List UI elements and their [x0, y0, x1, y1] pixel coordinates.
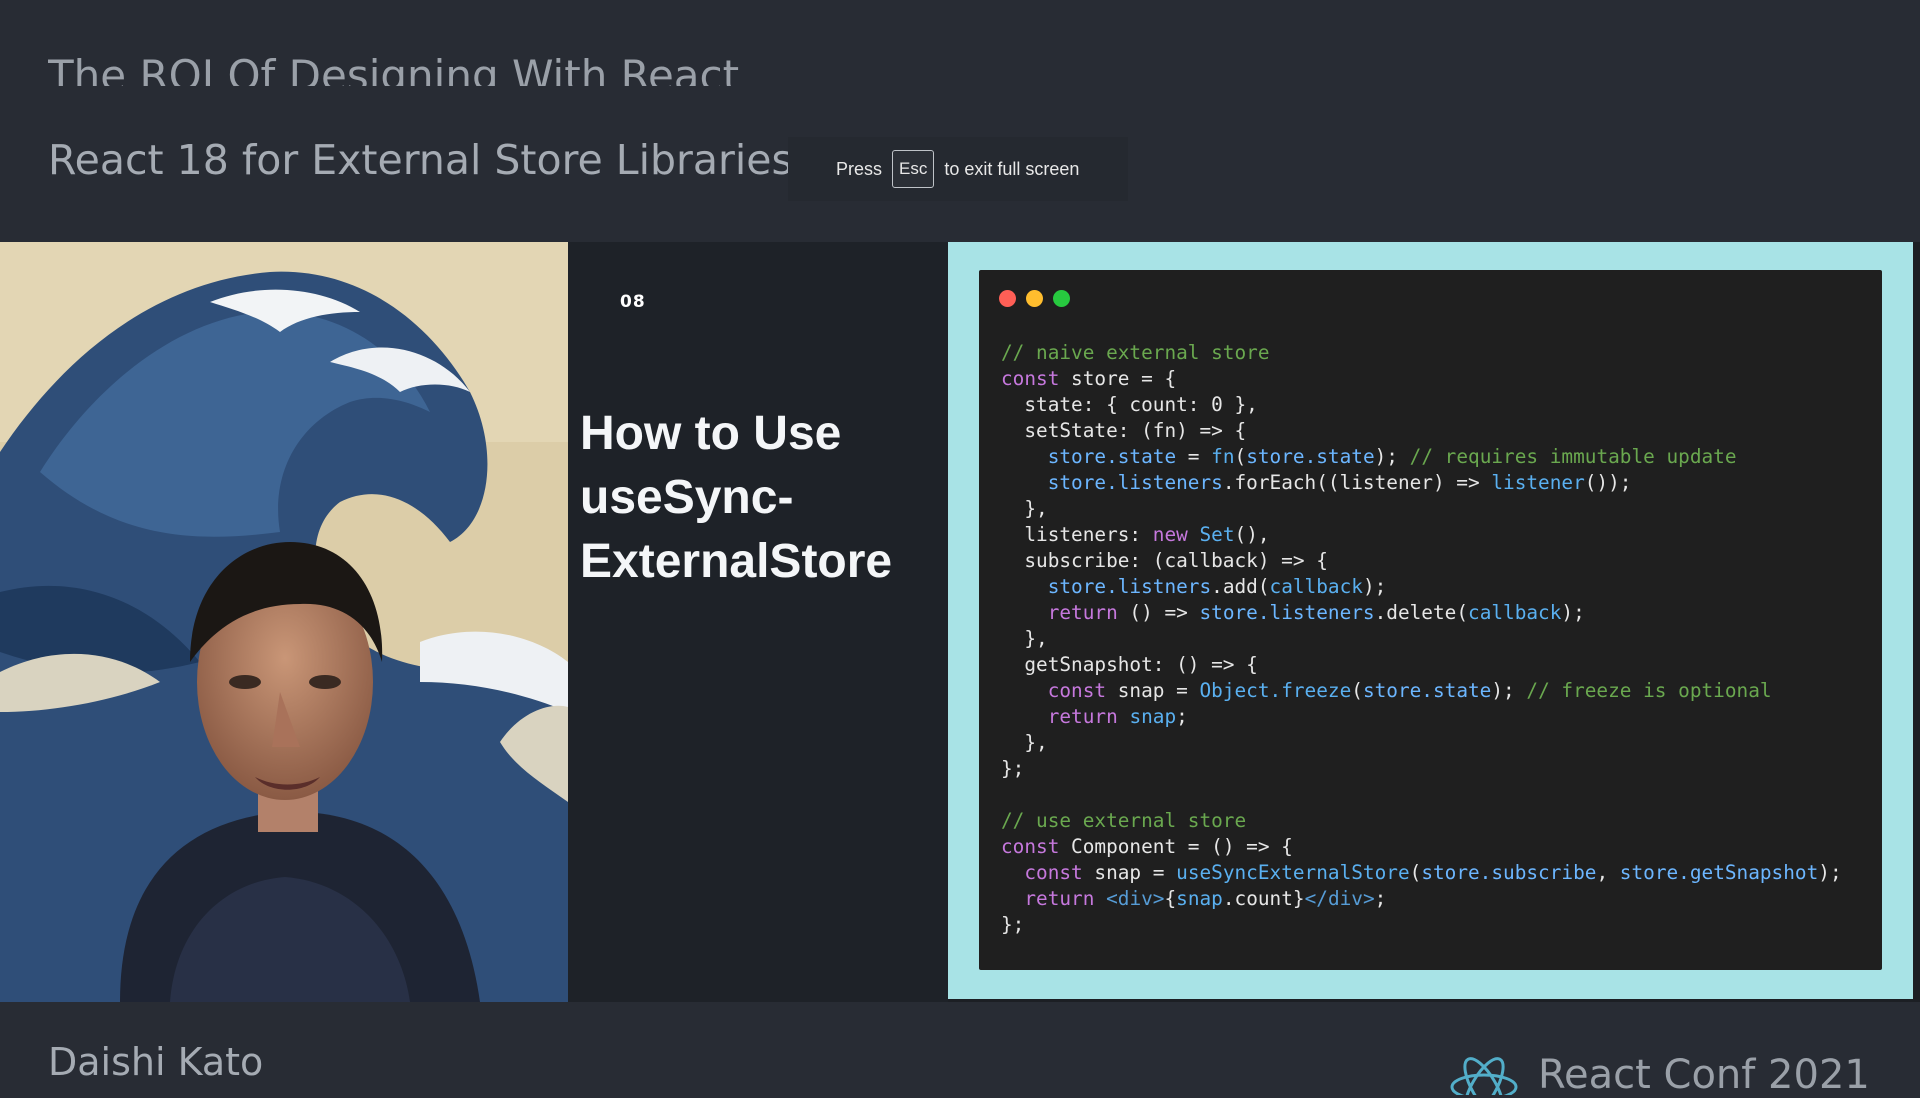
toast-press-text: Press: [836, 158, 883, 179]
conference-name: React Conf 2021: [1538, 1052, 1870, 1098]
code-line: // naive external store: [1001, 341, 1270, 364]
code-line: // use external store: [1001, 809, 1247, 832]
talk-title: The ROI Of Designing With React: [48, 51, 740, 86]
session-title: React 18 for External Store Libraries: [48, 136, 793, 184]
code-block: // naive external store const store = { s…: [1001, 340, 1842, 938]
code-line: return snap;: [1047, 705, 1188, 728]
code-line: getSnapshot: () => {: [1001, 653, 1258, 676]
speaker-name: Daishi Kato: [48, 1040, 264, 1084]
slide-title-panel: 08 How to Use useSync- ExternalStore: [568, 242, 948, 1002]
code-line: store.state = fn(store.state); // requir…: [1047, 445, 1737, 468]
code-line: const Component = () => {: [1001, 835, 1293, 858]
conference-branding: React Conf 2021: [1448, 1052, 1870, 1098]
code-line: },: [1001, 627, 1048, 650]
code-line: store.listeners.forEach((listener) => li…: [1047, 471, 1632, 494]
code-line: const snap = Object.freeze(store.state);…: [1047, 679, 1772, 702]
video-stage[interactable]: 08 How to Use useSync- ExternalStore // …: [0, 242, 1920, 1002]
close-dot-icon: [999, 290, 1016, 307]
code-line: };: [1001, 913, 1025, 936]
code-line: return <div>{snap.count}</div>;: [1024, 887, 1387, 910]
slide-number: 08: [620, 292, 646, 312]
code-line: };: [1001, 757, 1025, 780]
code-line: store.listners.add(callback);: [1047, 575, 1387, 598]
slide-heading: How to Use useSync- ExternalStore: [580, 402, 950, 594]
slide-heading-line: useSync-: [580, 471, 794, 524]
code-window: // naive external store const store = { s…: [979, 270, 1882, 970]
slide-heading-line: How to Use: [580, 407, 842, 460]
maximize-dot-icon: [1053, 290, 1070, 307]
code-line: subscribe: (callback) => {: [1001, 549, 1328, 572]
code-line: },: [1001, 731, 1048, 754]
slide-code-panel: // naive external store const store = { s…: [948, 242, 1913, 999]
toast-rest-text: to exit full screen: [944, 158, 1080, 179]
fullscreen-toast: Press Esc to exit full screen: [788, 137, 1128, 201]
code-line: state: { count: 0 },: [1001, 393, 1258, 416]
code-line: const snap = useSyncExternalStore(store.…: [1024, 861, 1842, 884]
window-controls: [999, 290, 1070, 307]
code-line: return () => store.listeners.delete(call…: [1047, 601, 1585, 624]
great-wave-backdrop-image: [0, 242, 568, 1002]
code-line: },: [1001, 497, 1048, 520]
code-line: const store = {: [1001, 367, 1177, 390]
code-line: setState: (fn) => {: [1001, 419, 1247, 442]
slide-heading-line: ExternalStore: [580, 535, 893, 588]
code-line: listeners: new Set(),: [1001, 523, 1270, 546]
react-atom-icon: [1450, 1057, 1518, 1095]
esc-key[interactable]: Esc: [892, 150, 935, 188]
minimize-dot-icon: [1026, 290, 1043, 307]
speaker-webcam: [0, 242, 568, 1002]
